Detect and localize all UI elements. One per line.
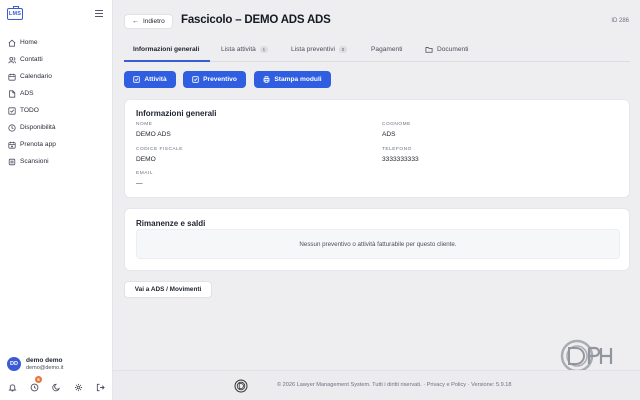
sidebar-item-label: TODO	[20, 107, 39, 114]
telefono-value: 3333333333	[382, 156, 419, 163]
page-title: Fascicolo – DEMO ADS ADS	[181, 14, 331, 26]
footer-logo-icon	[234, 379, 248, 393]
codice-fiscale-label: CODICE FISCALE	[136, 147, 183, 152]
tab-label: Lista preventivi	[291, 46, 335, 53]
tab-label: Informazioni generali	[133, 46, 200, 53]
print-forms-button-label: Stampa moduli	[274, 76, 322, 83]
tab-lista-preventivi[interactable]: Lista preventivi 0	[291, 46, 347, 53]
tab-count-badge: 0	[338, 46, 347, 53]
balances-title: Rimanenze e saldi	[136, 219, 206, 228]
notifications-button[interactable]: 6	[30, 376, 42, 392]
nome-label: NOME	[136, 122, 153, 127]
tab-bar: Informazioni generali Lista attività 1 Li…	[124, 40, 630, 62]
footer: © 2026 Lawyer Management System. Tutti i…	[113, 370, 640, 400]
sidebar-item-label: Prenota app	[20, 141, 56, 148]
sidebar-item-ads[interactable]: ADS	[0, 85, 112, 102]
tab-lista-attivita[interactable]: Lista attività 1	[221, 46, 268, 53]
tab-pagamenti[interactable]: Pagamenti	[371, 46, 403, 53]
tab-label: Pagamenti	[371, 46, 403, 53]
sidebar-item-label: Home	[20, 39, 38, 46]
logout-icon[interactable]	[96, 379, 106, 392]
notification-badge: 6	[35, 376, 42, 383]
quote-button-label: Preventivo	[203, 76, 237, 83]
sidebar-item-home[interactable]: Home	[0, 34, 112, 51]
avatar: DD	[7, 357, 21, 371]
sidebar-item-contatti[interactable]: Contatti	[0, 51, 112, 68]
sidebar-item-prenota-app[interactable]: Prenota app	[0, 136, 112, 153]
tab-documenti[interactable]: Documenti	[425, 46, 469, 53]
printer-icon	[263, 76, 270, 83]
sidebar-item-label: Calendario	[20, 73, 52, 80]
clock-icon	[8, 123, 16, 132]
tab-count-badge: 1	[259, 46, 268, 53]
back-button-label: Indietro	[143, 18, 165, 25]
quote-button[interactable]: Preventivo	[183, 71, 246, 88]
active-tab-indicator	[124, 60, 210, 62]
gear-icon[interactable]	[74, 379, 84, 392]
arrow-left-icon: ←	[132, 18, 139, 25]
calendar-plus-icon	[8, 141, 16, 149]
empty-state-message: Nessun preventivo o attività fatturabile…	[299, 240, 457, 248]
sidebar-nav: Home Contatti Calendario ADS TODO Dispon…	[0, 34, 112, 170]
tab-label: Lista attività	[221, 46, 256, 53]
back-button[interactable]: ← Indietro	[124, 14, 173, 29]
general-info-title: Informazioni generali	[136, 109, 217, 118]
user-profile[interactable]: DD demo demo demo@demo.it	[7, 357, 63, 371]
file-icon	[8, 89, 16, 98]
record-id: ID 286	[611, 18, 629, 24]
empty-state: Nessun preventivo o attività fatturabile…	[136, 229, 620, 259]
home-icon	[8, 39, 16, 47]
sidebar-item-todo[interactable]: TODO	[0, 102, 112, 119]
scan-icon	[8, 158, 16, 166]
cognome-value: ADS	[382, 131, 396, 138]
balances-card: Rimanenze e saldi Nessun preventivo o at…	[124, 208, 630, 271]
cognome-label: COGNOME	[382, 122, 411, 127]
sidebar: LMS Home Contatti Calendario ADS TODO Di…	[0, 0, 113, 400]
menu-toggle-icon[interactable]	[95, 10, 103, 17]
clock-badge-icon	[30, 383, 39, 392]
sidebar-item-label: Scansioni	[20, 158, 49, 165]
email-label: EMAIL	[136, 171, 153, 176]
telefono-label: TELEFONO	[382, 147, 412, 152]
general-info-card: Informazioni generali NOME DEMO ADS COGN…	[124, 99, 630, 198]
checkbox-icon	[133, 76, 141, 83]
sidebar-item-label: Disponibilità	[20, 124, 56, 131]
tab-informazioni-generali[interactable]: Informazioni generali	[133, 46, 199, 53]
sidebar-item-calendario[interactable]: Calendario	[0, 68, 112, 85]
sidebar-item-label: Contatti	[20, 56, 43, 63]
logo-text: LMS	[8, 11, 22, 17]
sidebar-footer-actions: 6	[0, 376, 112, 393]
user-name: demo demo	[26, 357, 63, 364]
nome-value: DEMO ADS	[136, 131, 171, 138]
checkbox-icon	[8, 106, 16, 115]
users-icon	[8, 56, 16, 64]
footer-text: © 2026 Lawyer Management System. Tutti i…	[277, 382, 512, 388]
main-content: ← Indietro Fascicolo – DEMO ADS ADS ID 2…	[113, 0, 640, 400]
checkbox-icon	[192, 76, 199, 83]
email-value: —	[136, 180, 143, 187]
activity-button[interactable]: Attività	[124, 71, 176, 88]
sidebar-item-disponibilita[interactable]: Disponibilità	[0, 119, 112, 136]
ads-movements-button[interactable]: Vai a ADS / Movimenti	[124, 281, 212, 298]
sidebar-item-label: ADS	[20, 90, 34, 97]
sidebar-item-scansioni[interactable]: Scansioni	[0, 153, 112, 170]
tab-label: Documenti	[437, 46, 469, 53]
activity-button-label: Attività	[144, 76, 167, 83]
calendar-icon	[8, 73, 16, 81]
folder-icon	[425, 47, 433, 53]
codice-fiscale-value: DEMO	[136, 156, 156, 163]
bell-icon[interactable]	[8, 379, 18, 392]
moon-icon[interactable]	[52, 379, 62, 392]
app-logo[interactable]: LMS	[7, 6, 23, 20]
print-forms-button[interactable]: Stampa moduli	[254, 71, 331, 88]
user-email: demo@demo.it	[26, 365, 64, 371]
